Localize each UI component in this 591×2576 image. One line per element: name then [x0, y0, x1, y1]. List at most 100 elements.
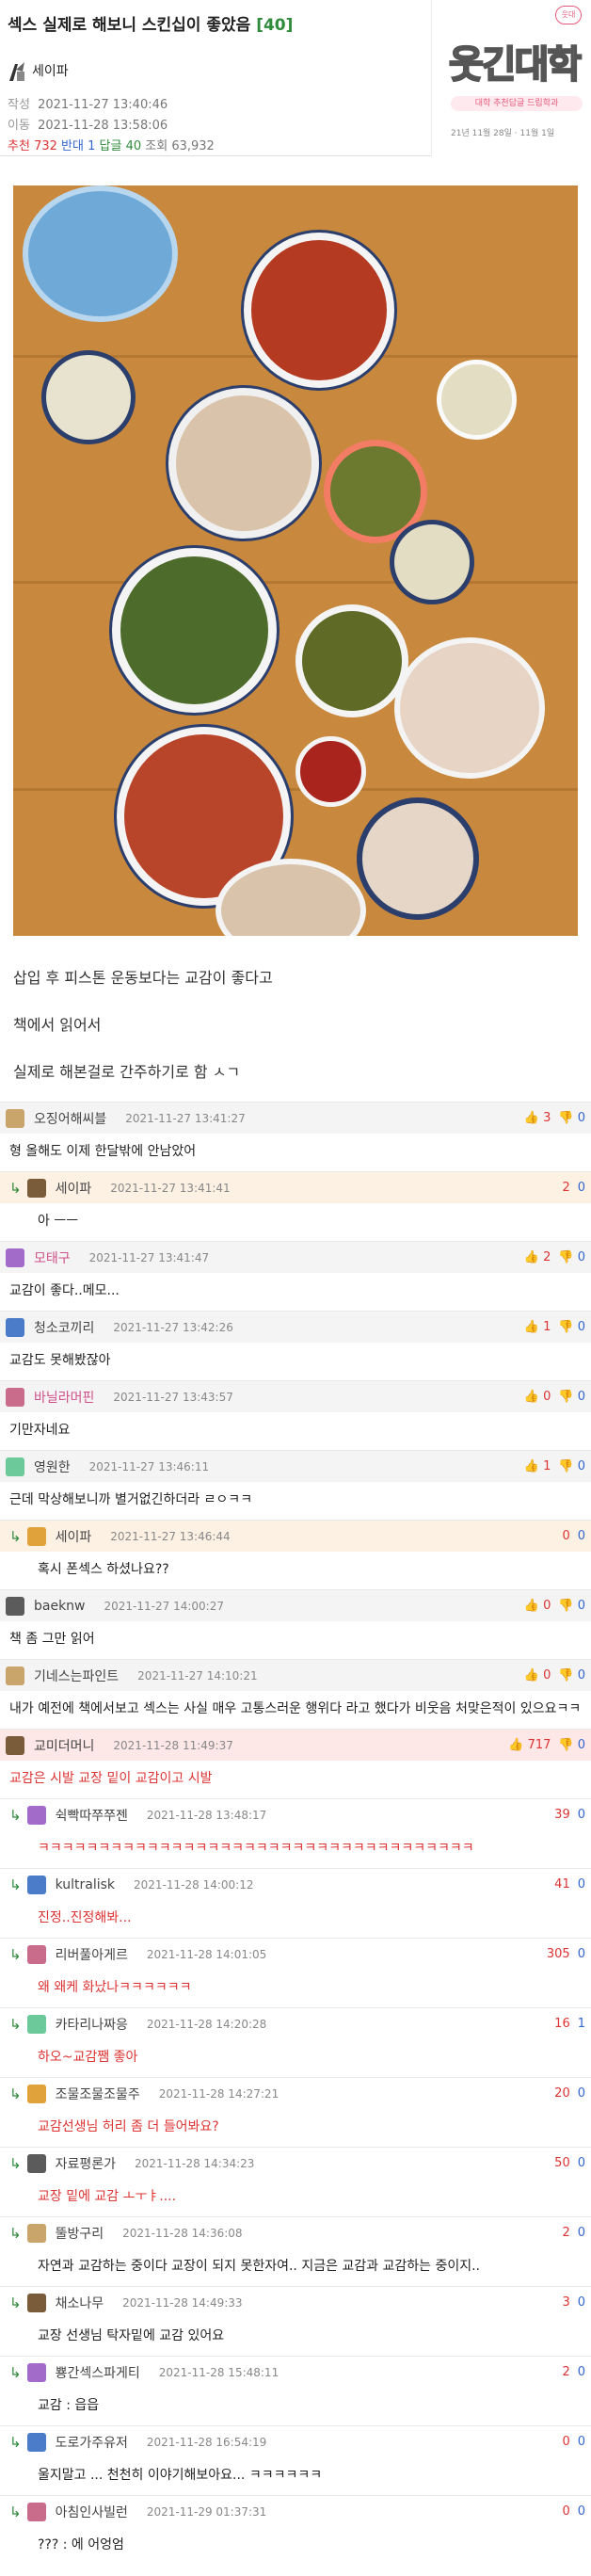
commenter-nick[interactable]: 뚤방구리 [56, 2224, 104, 2243]
commenter-avatar-icon[interactable] [26, 1805, 46, 1825]
commenter-nick[interactable]: 도로가주유저 [56, 2433, 128, 2452]
comment-upvote-button[interactable]: 2 [562, 2226, 569, 2240]
commenter-nick[interactable]: 청소코끼리 [34, 1318, 94, 1337]
comment-downvote-button[interactable]: 0 [578, 2365, 585, 2379]
comment-downvote-button[interactable]: 0 [578, 2435, 585, 2449]
commenter-avatar-icon[interactable] [26, 2502, 46, 2521]
commenter-avatar-icon[interactable] [6, 1248, 24, 1267]
commenter-nick[interactable]: 모태구 [34, 1248, 71, 1267]
comment-downvote-button[interactable]: 👎 0 [558, 1320, 585, 1334]
comment-upvote-button[interactable]: 39 [554, 1808, 570, 1822]
commenter-avatar-icon[interactable] [6, 1317, 24, 1337]
comment-downvote-button[interactable]: 0 [578, 1181, 585, 1195]
comment-downvote-button[interactable]: 0 [578, 1877, 585, 1892]
comment-downvote-button[interactable]: 👎 0 [558, 1390, 585, 1404]
comment-upvote-button[interactable]: 👍 0 [524, 1668, 551, 1682]
commenter-nick[interactable]: 쉭빡따쭈쭈젠 [56, 1806, 128, 1825]
commenter-nick[interactable]: kultralisk [56, 1877, 115, 1892]
comment-downvote-button[interactable]: 👎 0 [558, 1738, 585, 1752]
author-row[interactable]: 세이파 [8, 60, 69, 81]
commenter-avatar-icon[interactable] [6, 1735, 24, 1755]
commenter-avatar-icon[interactable] [6, 1596, 24, 1616]
commenter-nick[interactable]: 바닐라머핀 [34, 1388, 94, 1407]
commenter-nick[interactable]: 기네스는파인트 [34, 1666, 119, 1685]
comment-text: 교장 선생님 탁자밑에 교감 있어요 [38, 2328, 225, 2343]
stats-row: 추천 732 반대 1 답글 40 조회 63,932 [8, 136, 215, 153]
comment-downvote-button[interactable]: 👎 0 [558, 1599, 585, 1613]
commenter-avatar-icon[interactable] [26, 1526, 46, 1546]
comment-text: 울지말고 ... 천천히 이야기해보아요... ㅋㅋㅋㅋㅋㅋ [38, 2468, 323, 2483]
commenter-avatar-icon[interactable] [26, 2223, 46, 2243]
comment-upvote-button[interactable]: 50 [554, 2156, 570, 2170]
commenter-nick[interactable]: baeknw [34, 1599, 86, 1614]
comment-text: 형 올해도 이제 한달밖에 안남았어 [9, 1144, 197, 1159]
comment-downvote-button[interactable]: 👎 0 [558, 1668, 585, 1682]
comment-downvote-button[interactable]: 0 [578, 1947, 585, 1961]
comment-downvote-button[interactable]: 0 [578, 2086, 585, 2101]
comment-downvote-button[interactable]: 0 [578, 1529, 585, 1543]
commenter-nick[interactable]: 교미더머니 [34, 1736, 94, 1755]
comment-downvote-button[interactable]: 👎 0 [558, 1250, 585, 1264]
author-name[interactable]: 세이파 [32, 61, 69, 80]
reply-arrow-icon: ↳ [9, 2085, 22, 2102]
comment-upvote-button[interactable]: 3 [562, 2295, 569, 2310]
comment-upvote-button[interactable]: 0 [562, 2435, 569, 2449]
comment-count-badge[interactable]: [40] [256, 16, 293, 35]
commenter-avatar-icon[interactable] [26, 2084, 46, 2103]
comment-upvote-button[interactable]: 41 [554, 1877, 570, 1892]
comment-text: 교감도 못해봤잖아 [9, 1353, 111, 1368]
comment-upvote-button[interactable]: 305 [547, 1947, 570, 1961]
commenter-avatar-icon[interactable] [26, 1944, 46, 1964]
commenter-nick[interactable]: 세이파 [56, 1179, 92, 1198]
comment-time: 2021-11-28 14:01:05 [146, 1947, 267, 1961]
comment-downvote-button[interactable]: 1 [578, 2017, 585, 2031]
commenter-avatar-icon[interactable] [6, 1666, 24, 1685]
commenter-nick[interactable]: 세이파 [56, 1527, 92, 1546]
commenter-avatar-icon[interactable] [26, 2293, 46, 2312]
commenter-avatar-icon[interactable] [26, 2153, 46, 2173]
commenter-nick[interactable]: 오징어해씨블 [34, 1109, 106, 1128]
commenter-avatar-icon[interactable] [26, 2014, 46, 2034]
commenter-avatar-icon[interactable] [26, 1875, 46, 1894]
commenter-nick[interactable]: 뿅간섹스파게티 [56, 2363, 140, 2382]
comment-upvote-button[interactable]: 20 [554, 2086, 570, 2101]
comment-downvote-button[interactable]: 0 [578, 2504, 585, 2519]
comment-upvote-button[interactable]: 0 [562, 1529, 569, 1543]
comment-upvote-button[interactable]: 0 [562, 2504, 569, 2519]
reply-arrow-icon: ↳ [9, 2363, 22, 2381]
comment-downvote-button[interactable]: 0 [578, 1808, 585, 1822]
comment-upvote-button[interactable]: 2 [562, 1181, 569, 1195]
comment-downvote-button[interactable]: 👎 0 [558, 1111, 585, 1125]
commenter-avatar-icon[interactable] [6, 1387, 24, 1407]
commenter-avatar-icon[interactable] [6, 1457, 24, 1476]
comment-upvote-button[interactable]: 👍 0 [524, 1390, 551, 1404]
comment-time: 2021-11-28 14:49:33 [122, 2295, 243, 2310]
comment-downvote-button[interactable]: 0 [578, 2295, 585, 2310]
comment-upvote-button[interactable]: 👍 717 [508, 1738, 551, 1752]
comment-upvote-button[interactable]: 16 [554, 2017, 570, 2031]
comment-header: ↳ 도로가주유저 2021-11-28 16:54:19 0 0 [0, 2425, 591, 2457]
commenter-nick[interactable]: 조물조물조물주 [56, 2085, 140, 2103]
site-logo[interactable]: 웃대 웃긴대학 대학 추천답글 드립학과 21년 11월 28일 · 11월 1… [431, 0, 591, 156]
commenter-avatar-icon[interactable] [26, 2432, 46, 2452]
comment-upvote-button[interactable]: 👍 3 [524, 1111, 551, 1125]
comment-downvote-button[interactable]: 👎 0 [558, 1459, 585, 1473]
commenter-nick[interactable]: 채소나무 [56, 2294, 104, 2312]
commenter-nick[interactable]: 카타리나짜응 [56, 2015, 128, 2034]
comment-text: 내가 예전에 책에서보고 섹스는 사실 매우 고통스러운 행위다 라고 했다가 … [9, 1701, 582, 1716]
commenter-avatar-icon[interactable] [6, 1108, 24, 1128]
comment-upvote-button[interactable]: 👍 1 [524, 1459, 551, 1473]
comment-upvote-button[interactable]: 👍 2 [524, 1250, 551, 1264]
commenter-nick[interactable]: 리버풀아게르 [56, 1945, 128, 1964]
commenter-nick[interactable]: 영원한 [34, 1457, 71, 1476]
comment-upvote-button[interactable]: 👍 0 [524, 1599, 551, 1613]
comment-downvote-button[interactable]: 0 [578, 2226, 585, 2240]
commenter-nick[interactable]: 아침인사빌런 [56, 2503, 128, 2521]
comment-downvote-button[interactable]: 0 [578, 2156, 585, 2170]
author-avatar-icon [9, 62, 24, 81]
commenter-avatar-icon[interactable] [26, 2362, 46, 2382]
comment-upvote-button[interactable]: 👍 1 [524, 1320, 551, 1334]
comment-upvote-button[interactable]: 2 [562, 2365, 569, 2379]
commenter-avatar-icon[interactable] [26, 1178, 46, 1198]
commenter-nick[interactable]: 자료평론가 [56, 2154, 116, 2173]
